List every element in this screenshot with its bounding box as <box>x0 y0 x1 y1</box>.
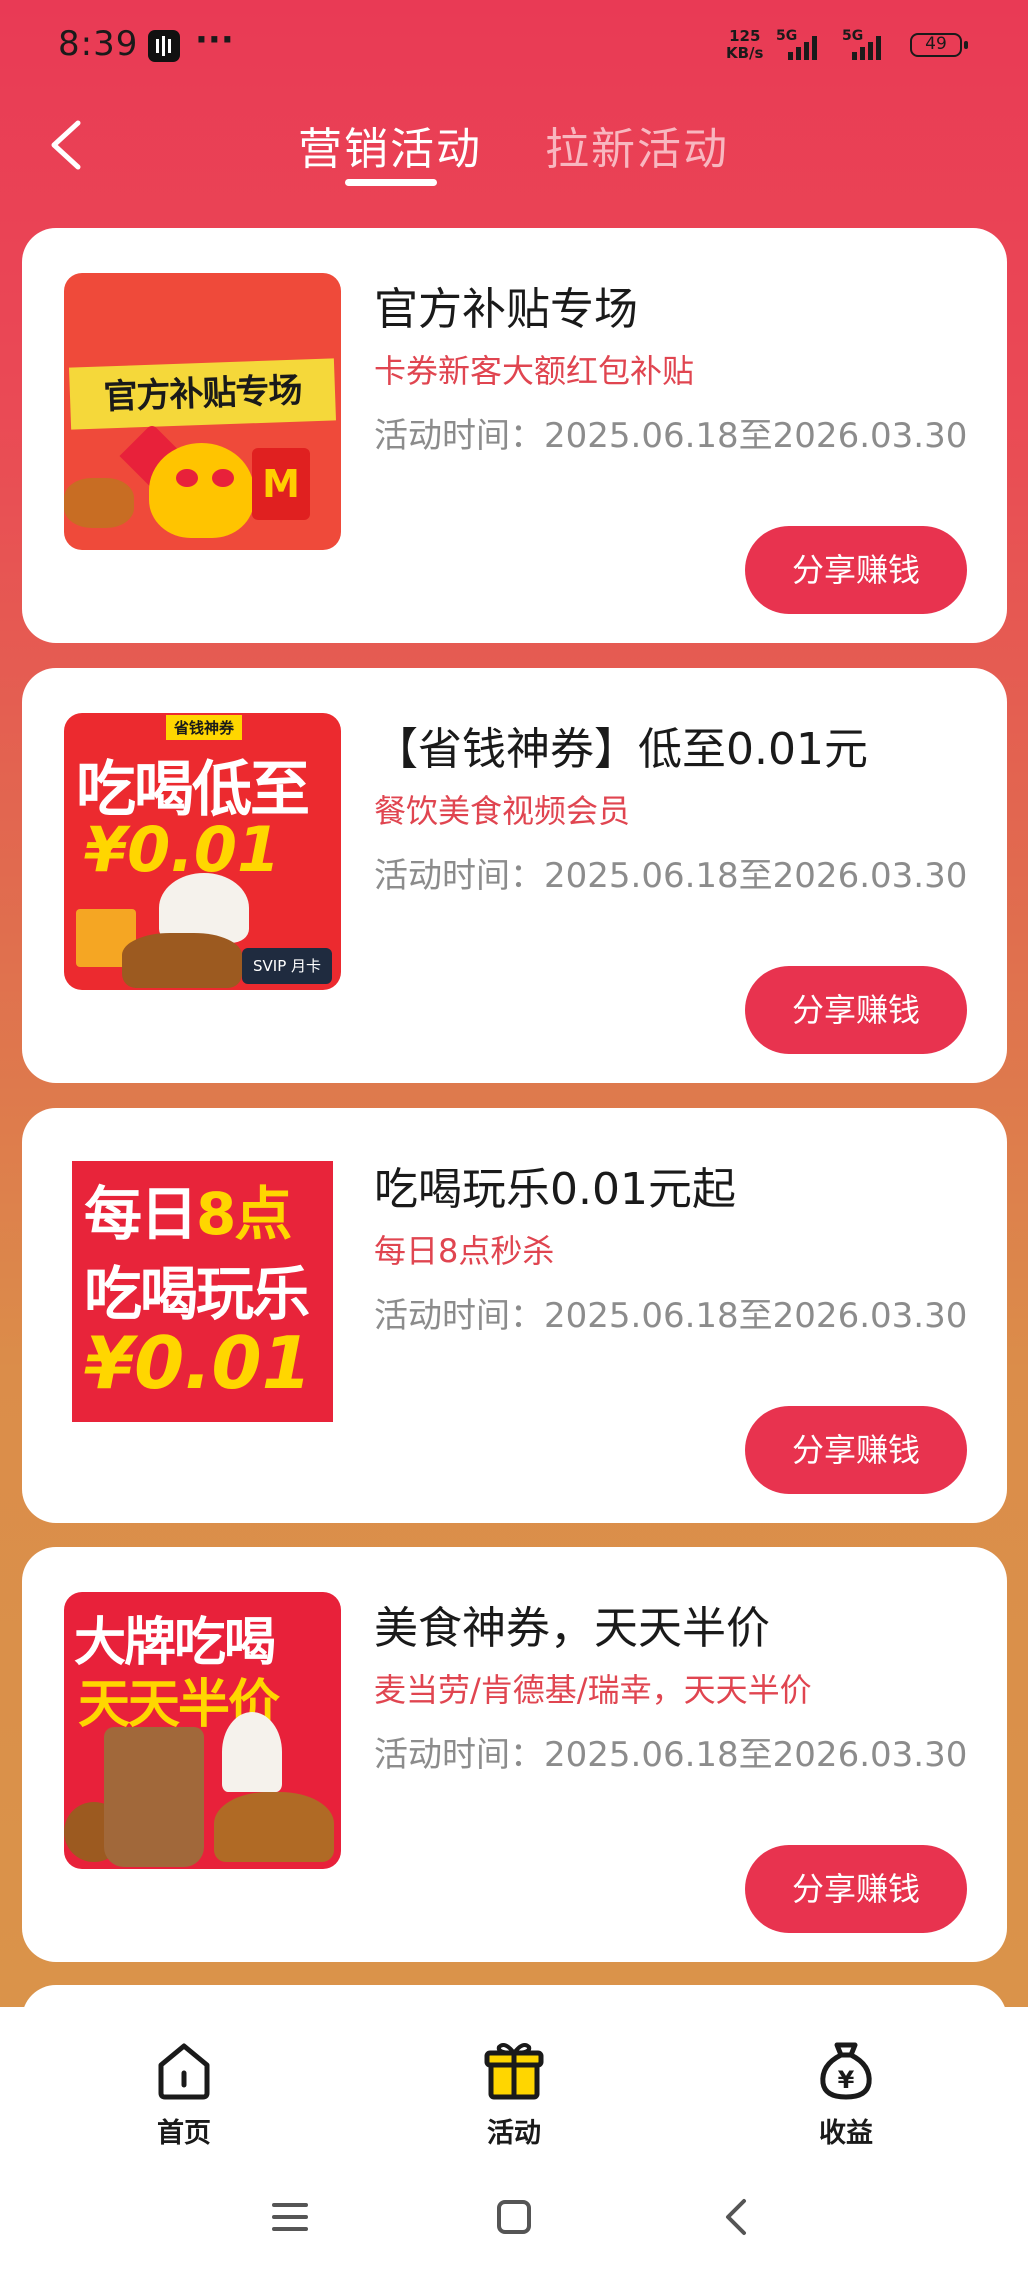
activity-card[interactable]: 每日8点 吃喝玩乐 ¥0.01 吃喝玩乐0.01元起 每日8点秒杀 活动时间：2… <box>22 1108 1007 1523</box>
activity-time-range: 2025.06.18至2026.03.30 <box>544 416 968 456</box>
logo-text: M <box>262 462 300 506</box>
activity-time-label: 活动时间： <box>374 416 544 456</box>
activity-card[interactable]: 官方补贴专场 M 官方补贴专场 卡券新客大额红包补贴 活动时间：2025.06.… <box>22 228 1007 643</box>
nav-earnings-label: 收益 <box>819 2118 873 2149</box>
thumbnail-banner-text: 官方补贴专场 <box>102 370 303 418</box>
activity-card[interactable]: 省钱神券 吃喝低至 ¥0.01 SVIP 月卡 【省钱神券】低至0.01元 餐饮… <box>22 668 1007 1083</box>
home-icon <box>158 2043 210 2100</box>
activity-title: 【省钱神券】低至0.01元 <box>374 724 868 775</box>
activity-thumbnail: 省钱神券 吃喝低至 ¥0.01 SVIP 月卡 <box>64 713 341 990</box>
status-bar: 8:39 ··· 125 KB/s 5G 5G 49 <box>0 0 1028 96</box>
sound-recorder-icon <box>148 30 180 62</box>
tab-active-indicator <box>345 179 437 186</box>
nav-activity-label: 活动 <box>487 2118 541 2149</box>
system-back-button[interactable] <box>718 2197 758 2241</box>
tab-referral[interactable]: 拉新活动 <box>545 113 729 177</box>
system-home-button[interactable] <box>494 2197 534 2241</box>
activity-time-label: 活动时间： <box>374 1735 544 1775</box>
activity-time-range: 2025.06.18至2026.03.30 <box>544 1735 968 1775</box>
share-earn-button[interactable]: 分享赚钱 <box>745 966 967 1054</box>
nav-home-label: 首页 <box>157 2118 211 2149</box>
food-image <box>64 478 134 528</box>
chevron-left-icon <box>51 120 81 170</box>
activity-subtitle: 每日8点秒杀 <box>374 1232 555 1270</box>
menu-icon <box>272 2203 308 2231</box>
signal-icon-1 <box>788 34 817 60</box>
nav-home[interactable]: 首页 <box>104 2037 264 2150</box>
activity-thumbnail: 官方补贴专场 M <box>64 273 341 550</box>
activity-time: 活动时间：2025.06.18至2026.03.30 <box>374 408 967 457</box>
activity-thumbnail: 大牌吃喝 天天半价 <box>64 1592 341 1869</box>
activity-title: 吃喝玩乐0.01元起 <box>374 1164 736 1215</box>
share-earn-button[interactable]: 分享赚钱 <box>745 526 967 614</box>
system-menu-button[interactable] <box>270 2197 310 2241</box>
thumbnail-price: ¥0.01 <box>84 1321 312 1405</box>
svg-text:¥: ¥ <box>838 2066 855 2094</box>
gift-icon <box>484 2043 544 2100</box>
thumbnail-banner: 官方补贴专场 <box>68 358 337 430</box>
nav-activity[interactable]: 活动 <box>434 2037 594 2150</box>
thumbnail-daily: 每日 <box>84 1180 198 1248</box>
speed-value: 125 <box>729 27 761 45</box>
more-notifications-icon: ··· <box>195 20 234 60</box>
bottom-nav: 首页 活动 ¥ 收益 <box>0 2007 1028 2284</box>
nav-earnings[interactable]: ¥ 收益 <box>766 2037 926 2150</box>
thumbnail-hour: 8点 <box>196 1180 292 1248</box>
activity-title: 官方补贴专场 <box>374 284 638 335</box>
tab-marketing[interactable]: 营销活动 <box>298 113 482 177</box>
share-earn-button[interactable]: 分享赚钱 <box>745 1845 967 1933</box>
ice-cream-image <box>222 1712 282 1792</box>
coffee-cup-image <box>104 1727 204 1867</box>
activity-subtitle: 卡券新客大额红包补贴 <box>374 352 695 390</box>
heart-eye-icon <box>176 469 198 487</box>
thumbnail-tag: 省钱神券 <box>166 715 243 740</box>
square-icon <box>497 2200 531 2234</box>
signal-icon-2 <box>852 34 881 60</box>
mascot-image <box>149 443 254 538</box>
share-earn-button[interactable]: 分享赚钱 <box>745 1406 967 1494</box>
activity-subtitle: 麦当劳/肯德基/瑞幸，天天半价 <box>374 1671 812 1709</box>
activity-thumbnail: 每日8点 吃喝玩乐 ¥0.01 <box>64 1153 341 1430</box>
activity-time: 活动时间：2025.06.18至2026.03.30 <box>374 848 967 897</box>
burger-image <box>214 1792 334 1862</box>
svip-card-image: SVIP 月卡 <box>242 948 332 984</box>
back-button[interactable] <box>40 115 100 175</box>
activity-title: 美食神券，天天半价 <box>374 1603 770 1654</box>
thumbnail-price: ¥0.01 <box>84 813 281 886</box>
activity-time: 活动时间：2025.06.18至2026.03.30 <box>374 1727 967 1776</box>
activity-time-label: 活动时间： <box>374 1296 544 1336</box>
activity-time-label: 活动时间： <box>374 856 544 896</box>
status-time: 8:39 <box>58 24 139 64</box>
chevron-left-icon <box>726 2199 746 2235</box>
activity-time-range: 2025.06.18至2026.03.30 <box>544 1296 968 1336</box>
speed-unit: KB/s <box>726 44 764 62</box>
mcdonalds-logo: M <box>252 448 310 520</box>
battery-icon: 49 <box>910 33 968 57</box>
activity-card[interactable]: 大牌吃喝 天天半价 美食神券，天天半价 麦当劳/肯德基/瑞幸，天天半价 活动时间… <box>22 1547 1007 1962</box>
heart-eye-icon <box>212 469 234 487</box>
activity-time: 活动时间：2025.06.18至2026.03.30 <box>374 1288 967 1337</box>
thumbnail-subline: 吃喝玩乐 <box>84 1260 310 1328</box>
burger-image <box>122 933 242 988</box>
network-speed: 125 KB/s <box>726 28 763 62</box>
money-bag-icon: ¥ <box>820 2042 872 2100</box>
thumbnail-ticket: 每日8点 吃喝玩乐 ¥0.01 <box>72 1161 333 1422</box>
activity-time-range: 2025.06.18至2026.03.30 <box>544 856 968 896</box>
thumbnail-headline: 每日8点 <box>84 1167 292 1251</box>
activity-subtitle: 餐饮美食视频会员 <box>374 792 631 830</box>
